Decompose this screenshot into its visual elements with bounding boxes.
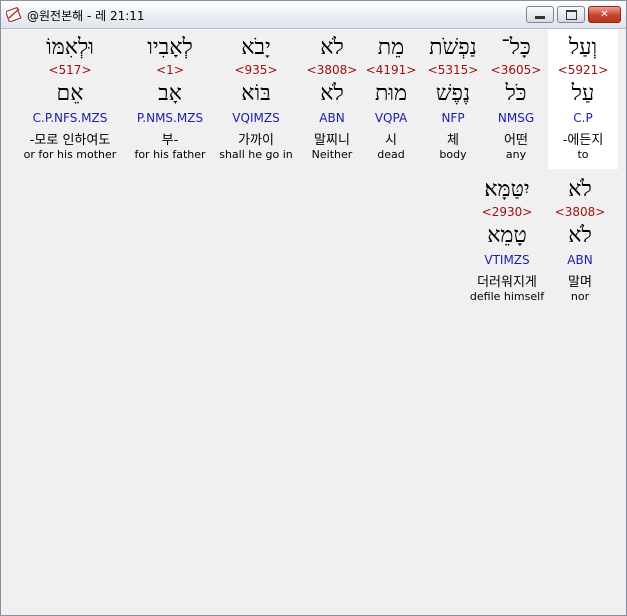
parsing-code: ABN [319,111,345,125]
word-cell[interactable]: יִטַּמָּא׃ <2930> טָמֵא VTIMZS 더러워지게 def… [463,171,551,311]
hebrew-word: לֹא [320,35,344,60]
hebrew-root: לֹא [568,223,592,248]
word-cell[interactable]: יָבֹא <935> בּוֹא VQIMZS 가까이 shall he go… [215,29,297,169]
strong-number[interactable]: <3808> [545,205,615,219]
korean-gloss: 부- [161,133,179,148]
hebrew-word: לְאָבִיו [147,35,193,60]
english-gloss: defile himself [469,290,545,303]
korean-gloss: 말찌니 [314,133,350,148]
strong-number[interactable]: <1> [129,63,211,77]
parsing-code: ABN [567,253,593,267]
english-gloss: to [577,148,589,161]
parsing-code: VQIMZS [232,111,280,125]
english-gloss: body [439,148,467,161]
parsing-code: C.P.NFS.MZS [32,111,108,125]
english-gloss: any [505,148,527,161]
hebrew-word: נַפְשֹׁת [429,35,477,60]
strong-number[interactable]: <3808> [297,63,367,77]
korean-gloss: 가까이 [238,133,274,148]
strong-number[interactable]: <5921> [548,63,618,77]
hebrew-root: כֹּל [505,81,527,106]
parsing-code: NMSG [497,111,535,125]
title-bar[interactable]: @원전본해 - 레 21:11 ✕ [1,1,626,29]
window-title: @원전본해 - 레 21:11 [27,9,145,23]
minimize-icon [535,15,545,19]
parsing-code: NFP [441,111,465,125]
korean-gloss: 더러워지게 [477,275,537,290]
hebrew-word: לֹא [568,177,592,202]
parsing-code: P.NMS.MZS [136,111,204,125]
strong-number[interactable]: <5315> [418,63,488,77]
hebrew-root: בּוֹא [241,81,271,106]
korean-gloss: -에든지 [562,133,604,148]
korean-gloss: 체 [447,133,459,148]
korean-gloss: 어떤 [504,133,528,148]
app-icon [6,6,22,22]
maximize-icon [565,9,577,20]
english-gloss: Neither [311,148,353,161]
korean-gloss: -모로 인하여도 [29,133,111,148]
parsing-code: VTIMZS [484,253,530,267]
english-gloss: nor [570,290,590,303]
strong-number[interactable]: <3605> [481,63,551,77]
word-cell[interactable]: לֹא <3808> לֹא ABN 말며 nor [545,171,615,311]
english-gloss: or for his mother [23,148,117,161]
hebrew-word: וְעַל [568,35,598,60]
word-cell[interactable]: וְעַל <5921> עַל C.P -에든지 to [548,29,618,169]
hebrew-root: אָב [158,81,182,106]
hebrew-root: עַל [571,81,595,106]
close-icon: ✕ [600,9,609,20]
word-cell[interactable]: לֹא <3808> לֹא ABN 말찌니 Neither [297,29,367,169]
word-cell[interactable]: נַפְשֹׁת <5315> נֶפֶשׁ NFP 체 body [418,29,488,169]
word-cell[interactable]: לְאָבִיו <1> אָב P.NMS.MZS 부- for his fa… [129,29,211,169]
close-button[interactable]: ✕ [588,6,621,23]
hebrew-word: וּלְאִמּוֹ [46,35,94,60]
hebrew-word: כָּל־ [501,35,531,60]
parsing-code: C.P [573,111,593,125]
maximize-button[interactable] [557,6,585,23]
word-cell[interactable]: כָּל־ <3605> כֹּל NMSG 어떤 any [481,29,551,169]
hebrew-root: אֵם [56,81,84,106]
hebrew-root: טָמֵא [487,223,527,248]
word-cell[interactable]: וּלְאִמּוֹ <517> אֵם C.P.NFS.MZS -모로 인하여… [15,29,125,169]
interlinear-area: וְעַל <5921> עַל C.P -에든지 to כָּל־ <3605… [9,29,620,609]
hebrew-root: לֹא [320,81,344,106]
interlinear-window: @원전본해 - 레 21:11 ✕ וְעַל <5921> עַל C.P -… [0,0,627,616]
strong-number[interactable]: <935> [215,63,297,77]
minimize-button[interactable] [526,6,554,23]
hebrew-word: יָבֹא [241,35,271,60]
english-gloss: for his father [134,148,206,161]
hebrew-root: נֶפֶשׁ [435,81,471,106]
english-gloss: shall he go in [219,148,293,161]
hebrew-word: יִטַּמָּא׃ [484,177,530,202]
strong-number[interactable]: <517> [15,63,125,77]
strong-number[interactable]: <2930> [463,205,551,219]
korean-gloss: 말며 [568,275,592,290]
